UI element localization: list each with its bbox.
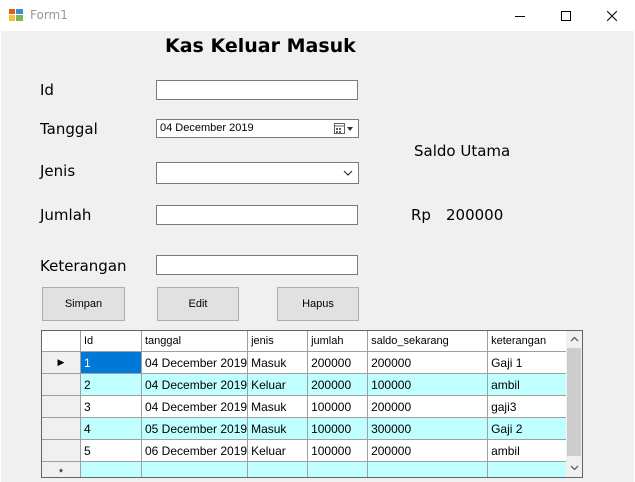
table-cell[interactable]: 200000 xyxy=(307,351,369,374)
jumlah-field[interactable] xyxy=(156,205,358,225)
table-cell[interactable]: 3 xyxy=(80,395,142,418)
maximize-button[interactable] xyxy=(543,0,589,31)
minimize-button[interactable] xyxy=(497,0,543,31)
tanggal-value: 04 December 2019 xyxy=(160,122,254,134)
hapus-button[interactable]: Hapus xyxy=(277,287,359,321)
title-bar[interactable]: Form1 xyxy=(0,0,635,31)
grid-table: Id tanggal jenis jumlah saldo_sekarang k… xyxy=(42,331,573,478)
new-row[interactable]: * xyxy=(42,461,573,478)
saldo-label: Saldo Utama xyxy=(414,142,511,160)
table-cell[interactable]: 100000 xyxy=(307,417,369,440)
table-row[interactable]: 3 04 December 2019 Masuk 100000 200000 g… xyxy=(42,395,573,418)
table-cell[interactable]: 300000 xyxy=(367,417,489,440)
scrollbar-thumb[interactable] xyxy=(567,348,581,456)
window-title: Form1 xyxy=(30,8,68,22)
table-cell[interactable]: Keluar xyxy=(247,439,309,462)
id-label: Id xyxy=(40,81,54,99)
table-cell[interactable] xyxy=(367,461,489,477)
table-cell[interactable]: Keluar xyxy=(247,373,309,396)
table-cell[interactable]: 4 xyxy=(80,417,142,440)
table-cell[interactable]: 100000 xyxy=(307,395,369,418)
table-cell[interactable]: 04 December 2019 xyxy=(141,395,249,418)
id-field[interactable] xyxy=(156,80,358,100)
table-cell[interactable]: Masuk xyxy=(247,417,309,440)
row-header[interactable] xyxy=(42,395,81,418)
table-row[interactable]: 4 05 December 2019 Masuk 100000 300000 G… xyxy=(42,417,573,440)
table-cell[interactable]: ambil xyxy=(487,439,573,462)
table-cell[interactable] xyxy=(141,461,249,477)
column-header-jumlah[interactable]: jumlah xyxy=(307,331,369,352)
table-cell[interactable]: 1 xyxy=(80,351,142,374)
column-header-id[interactable]: Id xyxy=(80,331,142,352)
table-cell[interactable]: 05 December 2019 xyxy=(141,417,249,440)
scroll-up-icon[interactable] xyxy=(570,336,579,342)
saldo-currency: Rp xyxy=(411,206,431,224)
grid-header-row: Id tanggal jenis jumlah saldo_sekarang k… xyxy=(42,331,573,352)
table-row[interactable]: 5 06 December 2019 Keluar 100000 200000 … xyxy=(42,439,573,462)
table-cell[interactable]: 200000 xyxy=(367,439,489,462)
new-row-icon: * xyxy=(58,466,64,478)
keterangan-label: Keterangan xyxy=(40,257,127,275)
row-header[interactable] xyxy=(42,373,81,396)
keterangan-field[interactable] xyxy=(156,255,358,275)
table-cell[interactable]: 06 December 2019 xyxy=(141,439,249,462)
tanggal-datepicker[interactable]: 04 December 2019 xyxy=(156,119,359,138)
simpan-button[interactable]: Simpan xyxy=(42,287,125,321)
table-row[interactable]: ▶ 1 04 December 2019 Masuk 200000 200000… xyxy=(42,351,573,374)
calendar-dropdown-icon[interactable] xyxy=(334,123,356,135)
maximize-icon xyxy=(561,10,571,21)
table-cell[interactable]: Masuk xyxy=(247,351,309,374)
table-cell[interactable]: 04 December 2019 xyxy=(141,351,249,374)
column-header-jenis[interactable]: jenis xyxy=(247,331,309,352)
table-cell[interactable]: 2 xyxy=(80,373,142,396)
grid-corner-header[interactable] xyxy=(42,331,81,352)
column-header-keterangan[interactable]: keterangan xyxy=(487,331,573,352)
table-cell[interactable] xyxy=(307,461,369,477)
scroll-down-icon[interactable] xyxy=(570,465,579,471)
table-cell[interactable]: gaji3 xyxy=(487,395,573,418)
table-cell[interactable] xyxy=(247,461,309,477)
jenis-label: Jenis xyxy=(40,162,76,180)
row-header[interactable]: ▶ xyxy=(42,351,81,374)
table-cell[interactable] xyxy=(487,461,573,477)
table-cell[interactable]: Gaji 2 xyxy=(487,417,573,440)
tanggal-label: Tanggal xyxy=(40,120,98,138)
table-cell[interactable]: 200000 xyxy=(367,395,489,418)
row-header[interactable] xyxy=(42,417,81,440)
table-row[interactable]: 2 04 December 2019 Keluar 200000 100000 … xyxy=(42,373,573,396)
jumlah-label: Jumlah xyxy=(40,206,92,224)
app-icon xyxy=(9,9,23,21)
page-title: Kas Keluar Masuk xyxy=(165,35,356,57)
table-cell[interactable] xyxy=(80,461,142,477)
edit-button[interactable]: Edit xyxy=(157,287,239,321)
close-icon xyxy=(607,10,617,21)
row-header[interactable] xyxy=(42,439,81,462)
table-cell[interactable]: ambil xyxy=(487,373,573,396)
row-header[interactable]: * xyxy=(42,461,81,478)
table-cell[interactable]: 200000 xyxy=(307,373,369,396)
current-row-icon: ▶ xyxy=(57,357,65,367)
close-button[interactable] xyxy=(589,0,635,31)
column-header-saldo-sekarang[interactable]: saldo_sekarang xyxy=(367,331,489,352)
chevron-down-icon[interactable] xyxy=(343,170,353,177)
vertical-scrollbar[interactable] xyxy=(566,331,582,477)
table-cell[interactable]: 100000 xyxy=(367,373,489,396)
jenis-combobox[interactable] xyxy=(156,162,359,184)
table-cell[interactable]: Masuk xyxy=(247,395,309,418)
table-cell[interactable]: 5 xyxy=(80,439,142,462)
minimize-icon xyxy=(515,15,525,17)
table-cell[interactable]: 04 December 2019 xyxy=(141,373,249,396)
saldo-amount: 200000 xyxy=(446,206,504,224)
table-cell[interactable]: Gaji 1 xyxy=(487,351,573,374)
data-grid[interactable]: Id tanggal jenis jumlah saldo_sekarang k… xyxy=(41,330,583,478)
column-header-tanggal[interactable]: tanggal xyxy=(141,331,249,352)
table-cell[interactable]: 100000 xyxy=(307,439,369,462)
table-cell[interactable]: 200000 xyxy=(367,351,489,374)
